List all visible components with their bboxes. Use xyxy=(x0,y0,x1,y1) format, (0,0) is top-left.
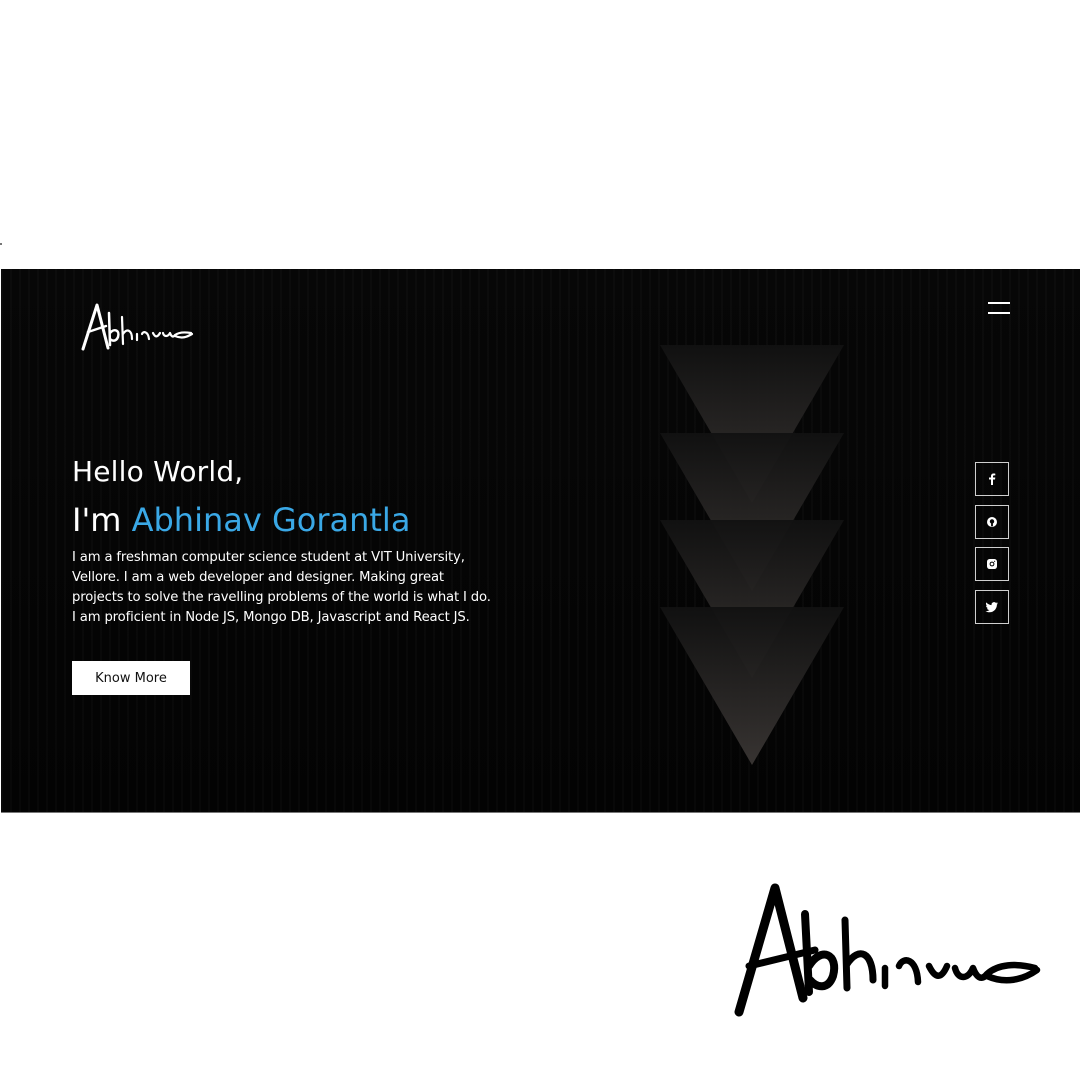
page-canvas: Hello World, I'm Abhinav Gorantla I am a… xyxy=(0,0,1080,1080)
facebook-link[interactable] xyxy=(975,462,1009,496)
hero-intro: I'm Abhinav Gorantla xyxy=(72,501,410,539)
twitter-link[interactable] xyxy=(975,590,1009,624)
hero-greeting: Hello World, xyxy=(72,455,244,488)
hero-name: Abhinav Gorantla xyxy=(131,501,411,539)
instagram-icon xyxy=(987,559,997,569)
menu-line-top xyxy=(988,302,1010,304)
github-icon xyxy=(987,517,997,527)
know-more-button[interactable]: Know More xyxy=(72,661,190,695)
facebook-icon xyxy=(989,473,996,485)
instagram-link[interactable] xyxy=(975,547,1009,581)
hero-section: Hello World, I'm Abhinav Gorantla I am a… xyxy=(1,269,1080,813)
github-link[interactable] xyxy=(975,505,1009,539)
hero-bottom-border xyxy=(1,812,1080,813)
menu-button[interactable] xyxy=(985,299,1013,317)
signature-logo xyxy=(734,883,1041,1017)
decorative-arrow-triangles xyxy=(660,345,844,765)
menu-line-bottom xyxy=(988,312,1010,314)
hero-bio: I am a freshman computer science student… xyxy=(72,550,491,625)
edge-mark xyxy=(0,243,2,245)
intro-prefix: I'm xyxy=(72,501,122,539)
site-logo[interactable] xyxy=(79,301,197,353)
twitter-icon xyxy=(985,602,998,613)
